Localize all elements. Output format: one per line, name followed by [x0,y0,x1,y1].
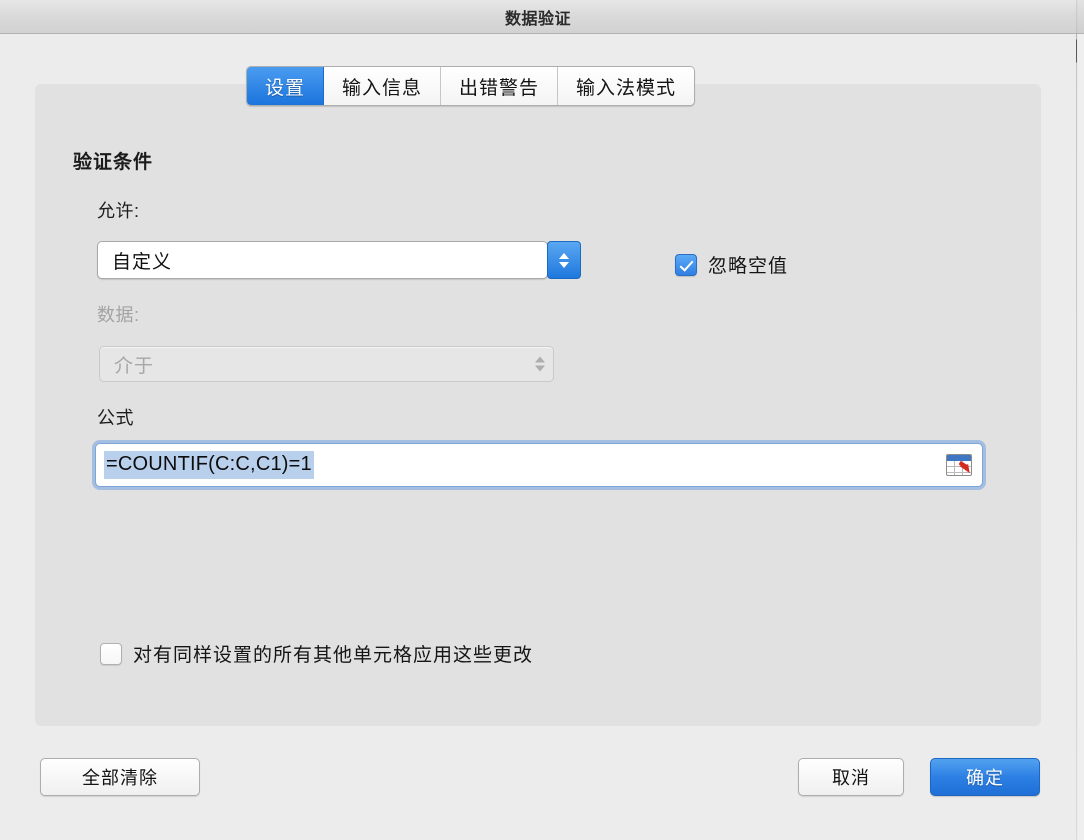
ok-button[interactable]: 确定 [930,758,1040,796]
allow-select-value: 自定义 [112,251,173,273]
tab-error-alert[interactable]: 出错警告 [441,67,559,105]
apply-to-all-label: 对有同样设置的所有其他单元格应用这些更改 [133,645,534,666]
data-select-value: 介于 [114,355,155,377]
stepper-up-down-icon-disabled [535,356,545,372]
settings-panel: 验证条件 允许: 自定义 数据: 介于 公式 =COUNTIF(C:C,C1)=… [35,84,1041,726]
stepper-up-down-icon[interactable] [547,241,581,279]
range-select-icon[interactable] [946,454,972,476]
allow-label: 允许: [97,201,140,221]
cancel-button[interactable]: 取消 [798,758,904,796]
section-title-validation-criteria: 验证条件 [73,152,154,173]
data-validation-dialog: 数据验证 验证条件 允许: 自定义 数据: 介于 公式 =COUNTIF(C:C… [0,0,1076,840]
allow-select[interactable]: 自定义 [97,241,581,279]
formula-label: 公式 [97,408,134,428]
dialog-titlebar: 数据验证 [0,0,1076,34]
tab-ime-mode[interactable]: 输入法模式 [558,67,695,105]
apply-to-all-checkbox[interactable] [100,642,122,665]
ignore-blank-checkbox[interactable] [675,253,697,276]
dialog-title: 数据验证 [504,10,571,28]
data-label: 数据: [97,305,140,325]
ignore-blank-label: 忽略空值 [708,256,789,277]
data-select: 介于 [99,346,554,382]
formula-input[interactable]: =COUNTIF(C:C,C1)=1 [95,443,983,487]
tab-bar: 设置 输入信息 出错警告 输入法模式 [246,66,696,106]
clear-all-button[interactable]: 全部清除 [40,758,200,796]
apply-to-all-checkbox-row[interactable]: 对有同样设置的所有其他单元格应用这些更改 [100,640,533,667]
tab-input-message[interactable]: 输入信息 [324,67,442,105]
tab-settings[interactable]: 设置 [247,67,325,105]
formula-input-value: =COUNTIF(C:C,C1)=1 [104,451,314,479]
ignore-blank-checkbox-row[interactable]: 忽略空值 [675,251,788,278]
